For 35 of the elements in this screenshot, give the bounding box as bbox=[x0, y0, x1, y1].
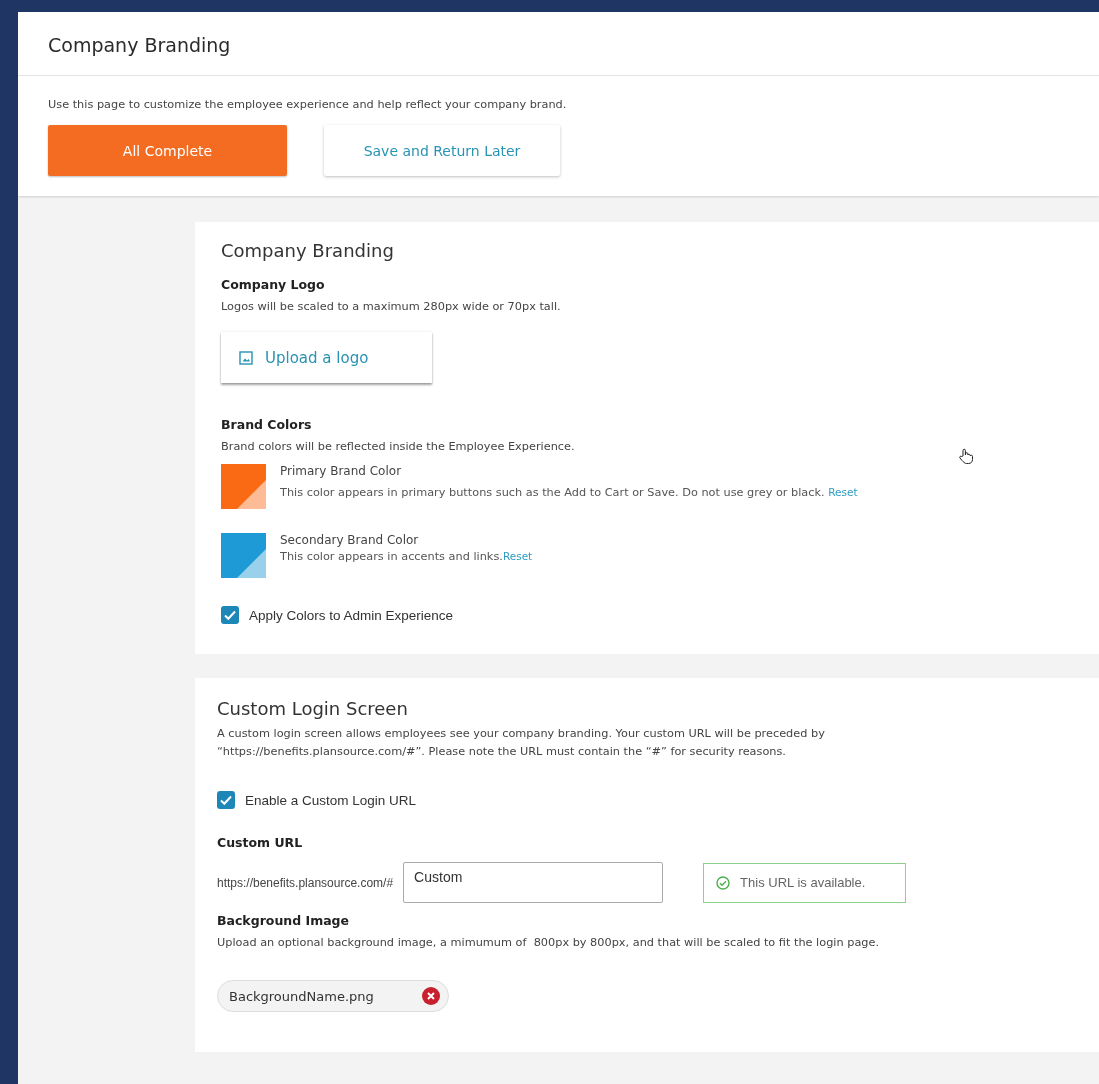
section-title: Custom Login Screen bbox=[217, 698, 409, 719]
section-title: Company Branding bbox=[221, 240, 395, 261]
section-note: Upload an optional background image, a mimumum of 800px by 800px, and that will be scaled to fit the login page. bbox=[217, 935, 881, 951]
reset-link[interactable]: Reset bbox=[502, 550, 533, 562]
section-heading: Brand Colors bbox=[221, 417, 313, 432]
section-heading: Company Logo bbox=[221, 277, 326, 292]
color-description: This color appears in accents and links.Reset bbox=[280, 550, 533, 563]
remove-icon[interactable] bbox=[421, 987, 440, 1005]
section-heading: Custom URL bbox=[217, 835, 304, 850]
check-circle-icon bbox=[716, 875, 731, 890]
section-note: Brand colors will be reflected inside the Employee Experience. bbox=[221, 439, 576, 455]
section-note: Logos will be scaled to a maximum 280px wide or 70px tall. bbox=[221, 299, 562, 315]
page-description: Use this page to customize the employee experience and help reflect your company brand. bbox=[47, 97, 568, 111]
upload-button[interactable]: Upload a logo bbox=[221, 332, 432, 383]
checkbox[interactable] bbox=[217, 791, 235, 809]
color-name: Primary Brand Color bbox=[280, 464, 403, 478]
color-name: Secondary Brand Color bbox=[280, 533, 420, 547]
save-button[interactable]: Save and Return Later bbox=[324, 125, 560, 176]
complete-button[interactable]: All Complete bbox=[48, 125, 287, 176]
url-prefix: https://benefits.plansource.com/# bbox=[217, 875, 394, 890]
section-description: A custom login screen allows employees see your company branding. Your custom URL will be preceded by “https://benefits.plansource.com/#”. Please note the URL must contain the “#” for security reasons. bbox=[217, 726, 826, 760]
reset-link[interactable]: Reset bbox=[828, 486, 858, 498]
checkbox[interactable] bbox=[221, 606, 239, 624]
color-description: This color appears in primary buttons such as the Add to Cart or Save. Do not use grey or black. Reset bbox=[280, 486, 858, 499]
color-swatch[interactable] bbox=[221, 464, 266, 509]
checkbox-label: Apply Colors to Admin Experience bbox=[249, 607, 454, 623]
color-swatch[interactable] bbox=[221, 533, 266, 578]
hand-cursor-icon bbox=[959, 448, 973, 464]
checkbox-label: Enable a Custom Login URL bbox=[245, 792, 417, 808]
file-name: BackgroundName.png bbox=[229, 988, 374, 1004]
image-icon bbox=[239, 350, 253, 365]
page-title: Company Branding bbox=[47, 33, 232, 58]
section-heading: Background Image bbox=[217, 913, 351, 928]
url-field[interactable]: Custom bbox=[403, 862, 664, 903]
url-status: This URL is available. bbox=[703, 862, 907, 903]
